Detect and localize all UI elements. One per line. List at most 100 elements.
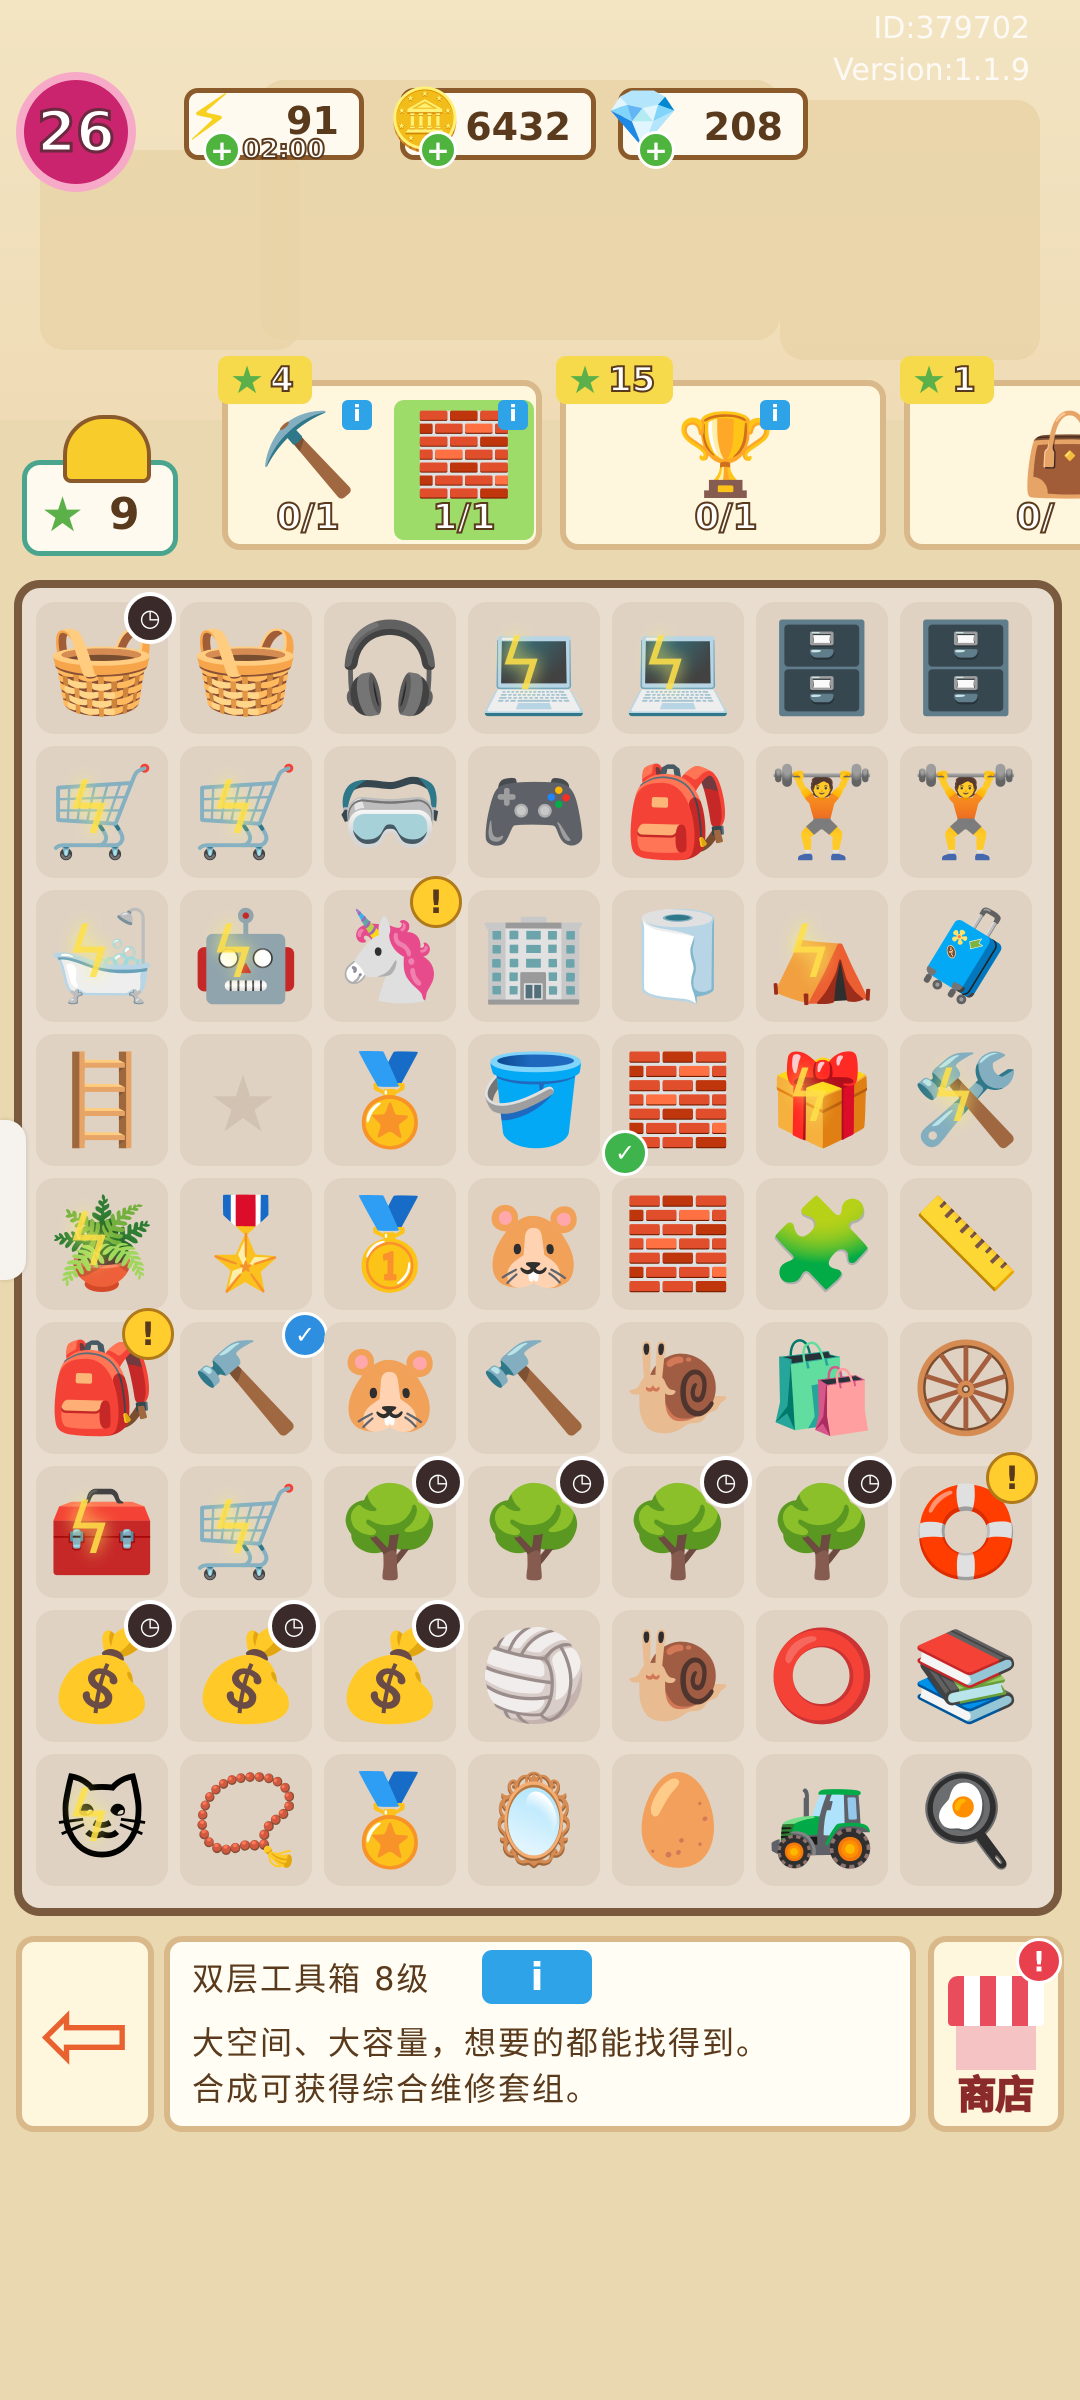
board-cell[interactable]: 🥽 [324, 746, 456, 878]
task-card-1[interactable]: ★ 4 ⛏️ i 0/1 🧱 i 1/1 [218, 356, 542, 550]
board-cell[interactable]: 🐱 ϟ [36, 1754, 168, 1886]
board-cell[interactable]: 🧺 ◷ [36, 592, 176, 734]
board-cell[interactable]: 📚 [900, 1610, 1032, 1742]
board-cell[interactable]: 🔨 ✓ [180, 1312, 328, 1454]
task-item-trophy[interactable]: 🏆 i 0/1 [656, 400, 796, 540]
board-cell[interactable]: 🥚 [612, 1754, 744, 1886]
board-cell[interactable]: 🧳 [900, 890, 1032, 1022]
board-cell[interactable]: 💰 ◷ [180, 1600, 320, 1742]
board-cell[interactable]: 📿 [180, 1754, 312, 1886]
board-item-icon: 🏅 [335, 1048, 445, 1151]
board-cell[interactable]: 🧻 [612, 890, 744, 1022]
task-card-3[interactable]: ★ 1 👜 0/ [900, 356, 1080, 550]
task-item-bricks[interactable]: 🧱 i 1/1 [394, 400, 534, 540]
board-cell[interactable]: 💰 ◷ [324, 1600, 464, 1742]
side-drawer-handle[interactable] [0, 1120, 26, 1280]
board-cell[interactable]: 🌳 ◷ [756, 1456, 896, 1598]
item-info-button[interactable]: i [482, 1950, 592, 2004]
board-cell[interactable]: 🎁 ϟ [756, 1034, 888, 1166]
board-cell[interactable]: 🚜 [756, 1754, 888, 1886]
gems-bar[interactable]: 💎 + 208 [607, 85, 808, 169]
star-icon: ★ [568, 358, 603, 402]
info-icon[interactable]: i [760, 400, 790, 430]
board-cell[interactable]: 🌳 ◷ [468, 1456, 608, 1598]
board-cell[interactable]: 💰 ◷ [36, 1600, 176, 1742]
board-cell[interactable]: 🛍️ [756, 1322, 888, 1454]
board-cell[interactable]: ★ [180, 1034, 312, 1166]
board-cell[interactable]: 🎧 [324, 602, 456, 734]
board-cell[interactable]: 📏 [900, 1178, 1032, 1310]
board-cell[interactable]: 🧩 [756, 1178, 888, 1310]
board-cell[interactable]: 🌳 ◷ [324, 1456, 464, 1598]
board-cell[interactable]: 🏅 [324, 1754, 456, 1886]
board-cell[interactable]: 🪣 [468, 1034, 600, 1166]
board-cell[interactable]: 💻 ϟ [612, 602, 744, 734]
board-cell[interactable]: 🍳 [900, 1754, 1032, 1886]
board-item-icon: 🚜 [767, 1768, 877, 1871]
board-cell[interactable]: 🔨 [468, 1322, 600, 1454]
shop-awning-icon [948, 1976, 1044, 2026]
level-badge[interactable]: 26 [16, 72, 136, 192]
board-cell[interactable]: 🎖️ [180, 1178, 312, 1310]
board-cell[interactable]: 🏐 [468, 1610, 600, 1742]
board-item-icon: 🐹 [479, 1192, 589, 1295]
add-energy-button[interactable]: + [203, 131, 241, 169]
task-item-bag[interactable]: 👜 0/ [1010, 400, 1080, 540]
board-cell[interactable]: 🧱 [612, 1178, 744, 1310]
info-icon[interactable]: i [498, 400, 528, 430]
board-cell[interactable]: 🏋️ [900, 746, 1032, 878]
board-cell[interactable]: 🐌 [612, 1610, 744, 1742]
board-item-icon: 🪞 [479, 1768, 589, 1871]
clock-icon: ◷ [124, 592, 176, 644]
info-icon[interactable]: i [342, 400, 372, 430]
board-cell[interactable]: 🥇 [324, 1178, 456, 1310]
board-cell[interactable]: 🧰 ϟ [36, 1466, 168, 1598]
merge-board: 🧺 ◷ 🧺 🎧 💻 ϟ 💻 ϟ 🗄️ 🗄️ 🛒 ϟ 🛒 ϟ 🥽 🎮 🎒 🏋️ 🏋️ 🛁 ϟ 🤖 ϟ 🦄! 🏢 🧻 ⛺ ϟ 🧳 🪜 ★ 🏅 🪣 🧱 ✓… [14, 580, 1062, 1916]
energy-bar[interactable]: ⚡ + 91 02:00 [184, 82, 364, 169]
board-cell[interactable]: 🏅 [324, 1034, 456, 1166]
board-item-icon: 🧳 [911, 904, 1021, 1007]
task-card-2[interactable]: ★ 15 🏆 i 0/1 [556, 356, 886, 550]
board-cell[interactable]: 🧱 ✓ [602, 1034, 744, 1176]
board-cell[interactable]: 🗄️ [900, 602, 1032, 734]
add-coins-button[interactable]: + [419, 131, 457, 169]
board-cell[interactable]: 🏋️ [756, 746, 888, 878]
board-cell[interactable]: 🎒 [612, 746, 744, 878]
board-cell[interactable]: 🗄️ [756, 602, 888, 734]
stars-total: 9 [109, 489, 140, 540]
board-cell[interactable]: 🏢 [468, 890, 600, 1022]
board-cell[interactable]: 🛒 ϟ [180, 746, 312, 878]
board-cell[interactable]: 🧺 [180, 602, 312, 734]
board-cell[interactable]: 🛒 ϟ [36, 746, 168, 878]
board-cell[interactable]: 🛞 [900, 1322, 1032, 1454]
exit-button[interactable]: ⇦ [16, 1936, 154, 2132]
board-item-icon: 🗄️ [911, 616, 1021, 719]
board-cell[interactable]: 🐹 [324, 1322, 456, 1454]
add-gems-button[interactable]: + [637, 131, 675, 169]
board-cell[interactable]: 🪞 [468, 1754, 600, 1886]
board-cell[interactable]: 🛟! [900, 1452, 1038, 1598]
board-cell[interactable]: 🛠️ ϟ [900, 1034, 1032, 1166]
board-cell[interactable]: 🤖 ϟ [180, 890, 312, 1022]
stars-counter[interactable]: ★ 9 [22, 415, 178, 556]
board-cell[interactable]: 🪜 [36, 1034, 168, 1166]
board-cell[interactable]: 🌳 ◷ [612, 1456, 752, 1598]
task-count: 0/1 [275, 496, 340, 539]
energy-bolt-icon: ϟ [786, 912, 833, 994]
board-cell[interactable]: 🪴 ϟ [36, 1178, 168, 1310]
board-cell[interactable]: ⛺ ϟ [756, 890, 888, 1022]
board-cell[interactable]: 💻 ϟ [468, 602, 600, 734]
board-cell[interactable]: 🦄! [324, 876, 462, 1022]
clock-icon: ◷ [412, 1456, 464, 1508]
coins-bar[interactable]: 🪙 + 6432 [388, 85, 596, 169]
board-cell[interactable]: 🛁 ϟ [36, 890, 168, 1022]
board-cell[interactable]: 🎮 [468, 746, 600, 878]
task-item-pickaxe[interactable]: ⛏️ i 0/1 [238, 400, 378, 540]
board-cell[interactable]: 🐌 [612, 1322, 744, 1454]
board-cell[interactable]: 🐹 [468, 1178, 600, 1310]
task-count: 0/ [1015, 496, 1055, 539]
board-cell[interactable]: 🎒! [36, 1308, 174, 1454]
board-cell[interactable]: ⭕ [756, 1610, 888, 1742]
board-cell[interactable]: 🛒 ϟ [180, 1466, 312, 1598]
shop-button[interactable]: 商店 ! [928, 1936, 1064, 2132]
